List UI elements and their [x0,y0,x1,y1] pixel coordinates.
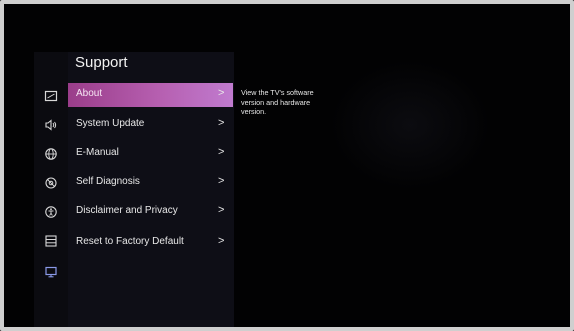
menu-item-self-diagnosis[interactable]: Self Diagnosis > [68,171,233,195]
chevron-right-icon: > [218,117,225,129]
background-glow [330,60,490,190]
menu-item-e-manual[interactable]: E-Manual > [68,142,233,166]
chevron-right-icon: > [218,146,225,158]
chevron-right-icon: > [218,204,225,216]
support-monitor-icon[interactable] [44,265,58,279]
page-title: Support [75,54,128,71]
network-globe-icon[interactable] [44,147,58,161]
menu-item-label: Disclaimer and Privacy [76,205,178,216]
menu-item-label: Reset to Factory Default [76,236,184,247]
menu-item-disclaimer-privacy[interactable]: Disclaimer and Privacy > [68,200,233,224]
tv-screen: Support About > System Update > E-Manual… [0,0,574,331]
system-list-icon[interactable] [44,234,58,248]
menu-item-label: Self Diagnosis [76,176,140,187]
accessibility-icon[interactable] [44,205,58,219]
item-description: View the TV's software version and hardw… [241,88,314,117]
menu-item-about[interactable]: About > [68,83,233,107]
menu-item-system-update[interactable]: System Update > [68,113,233,137]
menu-item-reset-factory-default[interactable]: Reset to Factory Default > [68,231,233,255]
menu-item-label: About [76,88,103,99]
menu-item-label: System Update [76,118,145,129]
chevron-right-icon: > [218,175,225,187]
general-settings-icon[interactable] [44,176,58,190]
picture-settings-icon[interactable] [44,89,58,103]
chevron-right-icon: > [218,235,225,247]
sound-settings-icon[interactable] [44,118,58,132]
menu-item-label: E-Manual [76,147,119,158]
chevron-right-icon: > [218,87,225,99]
